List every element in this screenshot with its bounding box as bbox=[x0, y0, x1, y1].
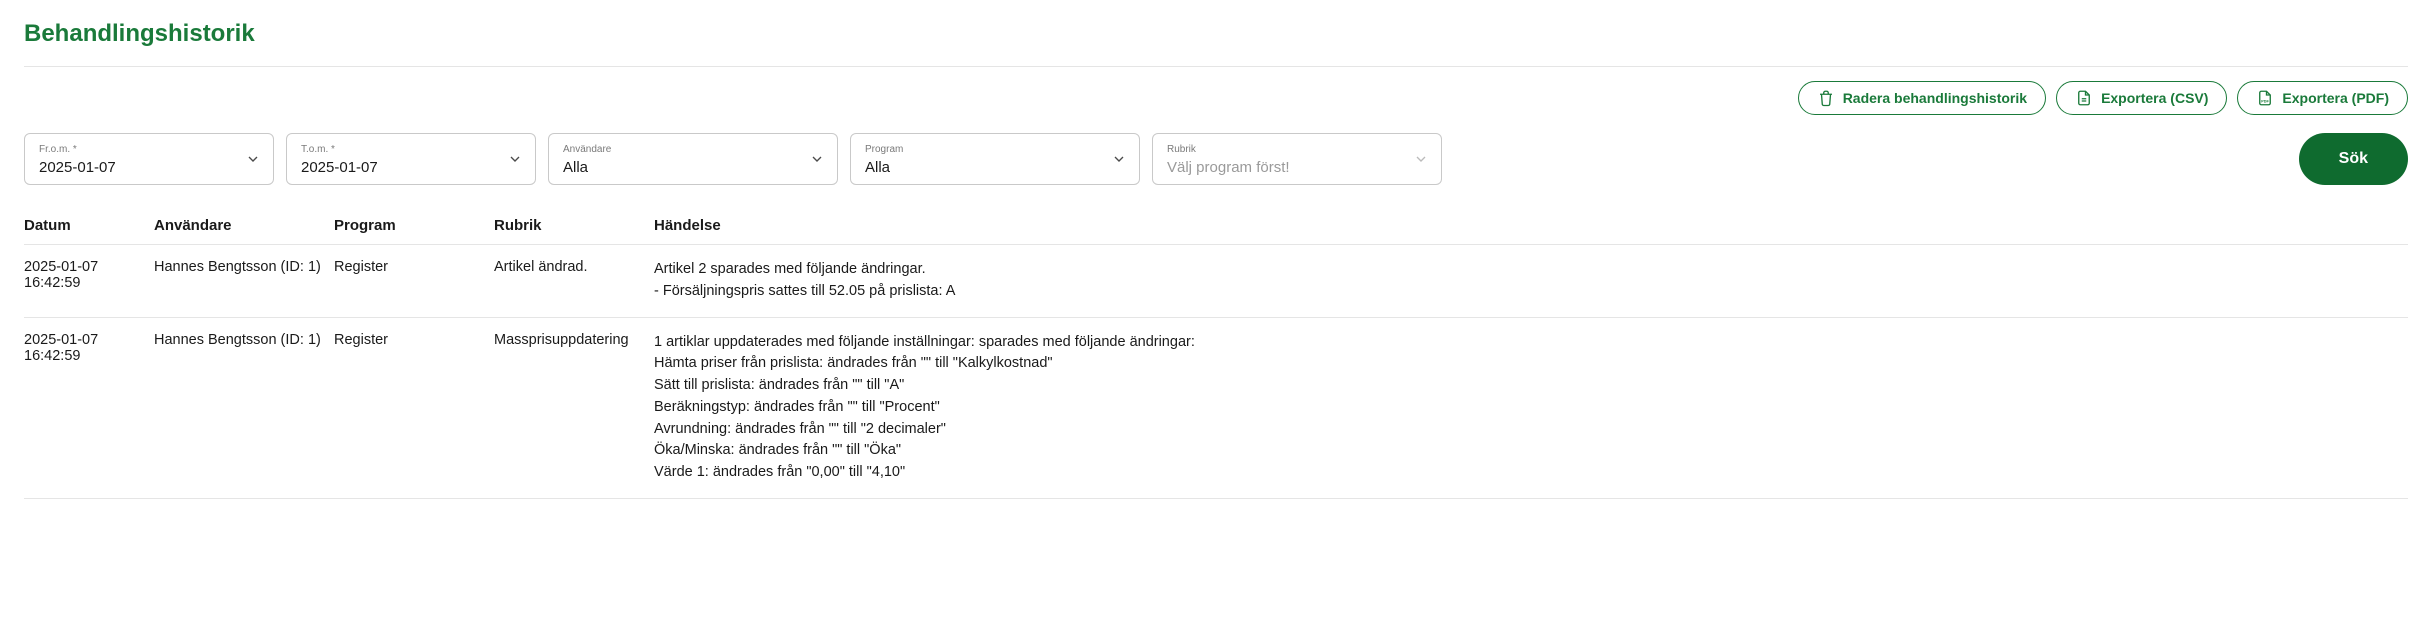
table-row: 2025-01-07 16:42:59Hannes Bengtsson (ID:… bbox=[24, 317, 2408, 498]
cell-datum: 2025-01-07 16:42:59 bbox=[24, 245, 154, 318]
rubrik-field-placeholder: Välj program först! bbox=[1167, 159, 1290, 176]
col-header-rubrik: Rubrik bbox=[494, 207, 654, 245]
event-line: 1 artiklar uppdaterades med följande ins… bbox=[654, 332, 2400, 354]
event-line: Beräkningstyp: ändrades från "" till "Pr… bbox=[654, 397, 2400, 419]
event-line: Värde 1: ändrades från "0,00" till "4,10… bbox=[654, 462, 2400, 484]
to-date-value: 2025-01-07 bbox=[301, 159, 378, 176]
export-pdf-button[interactable]: PDF Exportera (PDF) bbox=[2237, 81, 2408, 115]
cell-anvandare: Hannes Bengtsson (ID: 1) bbox=[154, 317, 334, 498]
from-date-field[interactable]: Fr.o.m. * 2025-01-07 bbox=[24, 133, 274, 185]
to-date-label: T.o.m. * bbox=[301, 144, 495, 155]
user-field[interactable]: Användare Alla bbox=[548, 133, 838, 185]
export-csv-label: Exportera (CSV) bbox=[2101, 90, 2208, 106]
event-line: Avrundning: ändrades från "" till "2 dec… bbox=[654, 419, 2400, 441]
col-header-program: Program bbox=[334, 207, 494, 245]
cell-program: Register bbox=[334, 245, 494, 318]
chevron-down-icon bbox=[1111, 151, 1127, 167]
action-bar: Radera behandlingshistorik Exportera (CS… bbox=[24, 81, 2408, 115]
col-header-handelse: Händelse bbox=[654, 207, 2408, 245]
event-line: - Försäljningspris sattes till 52.05 på … bbox=[654, 281, 2400, 303]
delete-history-label: Radera behandlingshistorik bbox=[1843, 90, 2027, 106]
user-field-label: Användare bbox=[563, 144, 797, 155]
file-pdf-icon: PDF bbox=[2256, 89, 2274, 107]
chevron-down-icon bbox=[245, 151, 261, 167]
cell-rubrik: Massprisuppdatering bbox=[494, 317, 654, 498]
cell-anvandare: Hannes Bengtsson (ID: 1) bbox=[154, 245, 334, 318]
file-csv-icon bbox=[2075, 89, 2093, 107]
to-date-field[interactable]: T.o.m. * 2025-01-07 bbox=[286, 133, 536, 185]
svg-text:PDF: PDF bbox=[2262, 100, 2270, 104]
event-line: Hämta priser från prislista: ändrades fr… bbox=[654, 353, 2400, 375]
cell-handelse: Artikel 2 sparades med följande ändringa… bbox=[654, 245, 2408, 318]
search-button[interactable]: Sök bbox=[2299, 133, 2408, 185]
history-table: Datum Användare Program Rubrik Händelse … bbox=[24, 207, 2408, 499]
divider bbox=[24, 66, 2408, 67]
event-line: Artikel 2 sparades med följande ändringa… bbox=[654, 259, 2400, 281]
cell-program: Register bbox=[334, 317, 494, 498]
user-field-value: Alla bbox=[563, 159, 588, 176]
export-csv-button[interactable]: Exportera (CSV) bbox=[2056, 81, 2227, 115]
page-title: Behandlingshistorik bbox=[24, 20, 2408, 48]
cell-handelse: 1 artiklar uppdaterades med följande ins… bbox=[654, 317, 2408, 498]
chevron-down-icon bbox=[809, 151, 825, 167]
col-header-datum: Datum bbox=[24, 207, 154, 245]
event-line: Sätt till prislista: ändrades från "" ti… bbox=[654, 375, 2400, 397]
from-date-value: 2025-01-07 bbox=[39, 159, 116, 176]
filter-bar: Fr.o.m. * 2025-01-07 T.o.m. * 2025-01-07… bbox=[24, 133, 2408, 185]
delete-history-button[interactable]: Radera behandlingshistorik bbox=[1798, 81, 2046, 115]
table-header-row: Datum Användare Program Rubrik Händelse bbox=[24, 207, 2408, 245]
trash-icon bbox=[1817, 89, 1835, 107]
chevron-down-icon bbox=[507, 151, 523, 167]
export-pdf-label: Exportera (PDF) bbox=[2282, 90, 2389, 106]
from-date-label: Fr.o.m. * bbox=[39, 144, 233, 155]
rubrik-field-label: Rubrik bbox=[1167, 144, 1401, 155]
table-row: 2025-01-07 16:42:59Hannes Bengtsson (ID:… bbox=[24, 245, 2408, 318]
cell-datum: 2025-01-07 16:42:59 bbox=[24, 317, 154, 498]
event-line: Öka/Minska: ändrades från "" till "Öka" bbox=[654, 440, 2400, 462]
program-field-value: Alla bbox=[865, 159, 890, 176]
program-field-label: Program bbox=[865, 144, 1099, 155]
cell-rubrik: Artikel ändrad. bbox=[494, 245, 654, 318]
rubrik-field[interactable]: Rubrik Välj program först! bbox=[1152, 133, 1442, 185]
col-header-anvandare: Användare bbox=[154, 207, 334, 245]
chevron-down-icon bbox=[1413, 151, 1429, 167]
program-field[interactable]: Program Alla bbox=[850, 133, 1140, 185]
